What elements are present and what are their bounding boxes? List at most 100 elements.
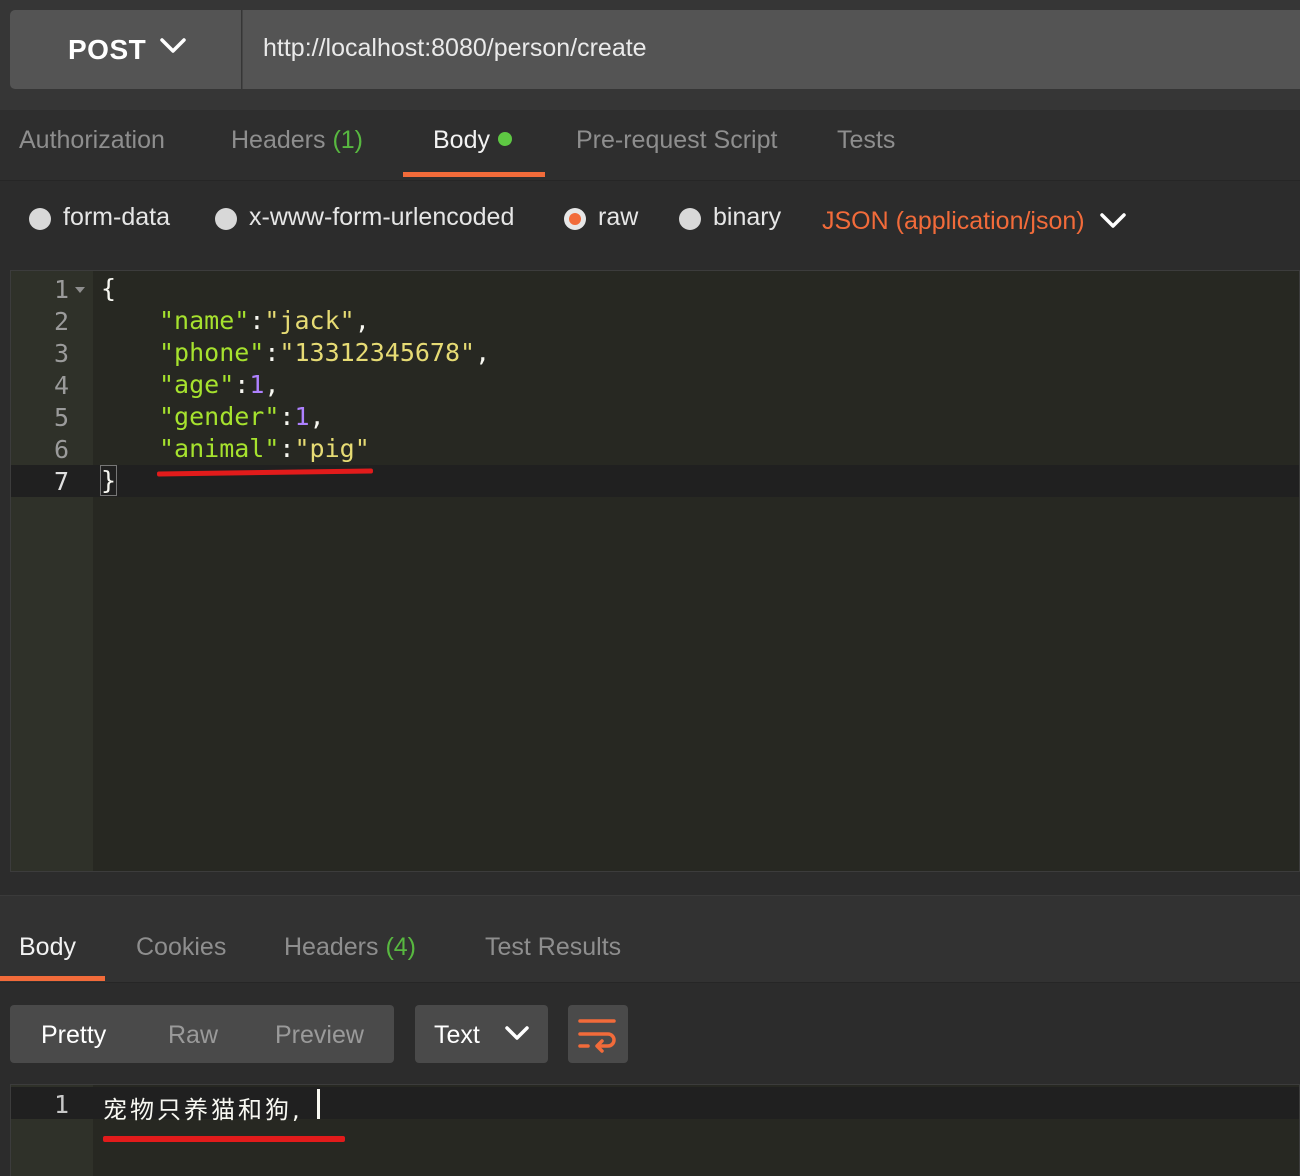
code-line: 4 "age":1, [11, 369, 1299, 401]
tab-headers-count: (1) [332, 126, 364, 154]
chevron-down-icon[interactable] [1100, 212, 1126, 230]
json-key: "phone" [159, 338, 265, 367]
radio-form-data-label: form-data [63, 203, 170, 231]
tab-tests-label: Tests [837, 126, 896, 154]
line-number: 3 [53, 339, 69, 368]
tab-pre-request-label: Pre-request Script [576, 126, 778, 154]
fold-arrow-icon[interactable] [75, 287, 85, 293]
tab-pre-request-script[interactable]: Pre-request Script [576, 126, 777, 155]
json-colon: : [264, 338, 280, 367]
chevron-down-icon [505, 1026, 529, 1040]
body-indicator-dot-icon [497, 132, 512, 147]
json-comma: , [475, 338, 491, 367]
json-value: "jack" [264, 306, 355, 335]
view-mode-segmented: Pretty Raw Preview [10, 1005, 394, 1063]
radio-binary-label: binary [713, 203, 782, 231]
line-number: 6 [53, 435, 69, 464]
json-colon: : [279, 434, 295, 463]
resp-tab-test-results-label: Test Results [485, 933, 622, 961]
json-comma: , [264, 370, 280, 399]
method-select[interactable]: POST [10, 10, 241, 89]
radio-unchecked-icon [29, 208, 51, 230]
wrap-lines-button[interactable] [568, 1005, 628, 1063]
mode-preview[interactable]: Preview [275, 1021, 364, 1050]
resp-tab-body[interactable]: Body [19, 933, 76, 962]
code-line: 5 "gender":1, [11, 401, 1299, 433]
mode-raw[interactable]: Raw [168, 1021, 218, 1050]
line-number: 4 [53, 371, 69, 400]
mode-pretty[interactable]: Pretty [41, 1021, 106, 1050]
resp-tab-cookies[interactable]: Cookies [136, 933, 226, 962]
response-text: 宠物只养猫和狗, [103, 1096, 303, 1124]
line-number: 1 [53, 275, 69, 304]
json-colon: : [279, 402, 295, 431]
radio-checked-icon [564, 208, 586, 230]
wrap-text-icon [578, 1019, 616, 1053]
active-tab-underline [403, 172, 545, 177]
json-field: "gender":1, [159, 402, 325, 431]
radio-unchecked-icon [679, 208, 701, 230]
request-bar: POST http://localhost:8080/person/create [0, 0, 1300, 110]
json-colon: : [234, 370, 250, 399]
response-body-viewer[interactable]: 1 宠物只养猫和狗, [10, 1084, 1300, 1176]
tab-headers-label: Headers [231, 126, 326, 154]
close-brace: } [99, 465, 118, 496]
line-number: 2 [53, 307, 69, 336]
json-comma: , [354, 306, 370, 335]
request-body-editor[interactable]: 1 { 2 "name":"jack", 3 "phone":"13312345… [10, 270, 1300, 872]
panel-divider [0, 873, 1300, 895]
resp-tab-headers[interactable]: Headers (4) [284, 933, 416, 962]
line-number: 7 [53, 467, 69, 496]
code-line: 2 "name":"jack", [11, 305, 1299, 337]
content-type-select[interactable]: JSON (application/json) [822, 207, 1085, 236]
chevron-down-icon [160, 38, 186, 53]
url-input[interactable]: http://localhost:8080/person/create [242, 10, 1300, 89]
tab-authorization-label: Authorization [19, 126, 165, 154]
resp-tab-test-results[interactable]: Test Results [485, 933, 621, 962]
json-value: "pig" [294, 434, 370, 463]
resp-tab-body-label: Body [19, 933, 76, 961]
code-line-current: 7 } [11, 465, 1299, 497]
json-field: "animal":"pig" [159, 434, 370, 463]
json-comma: , [309, 402, 325, 431]
code-line: 3 "phone":"13312345678", [11, 337, 1299, 369]
json-key: "name" [159, 306, 250, 335]
body-type-row: form-data x-www-form-urlencoded raw bina… [0, 181, 1300, 269]
tab-headers[interactable]: Headers (1) [231, 126, 363, 155]
tab-body-label: Body [433, 126, 490, 154]
code-line: 6 "animal":"pig" [11, 433, 1299, 465]
radio-urlencoded-label: x-www-form-urlencoded [249, 203, 515, 231]
request-tabs: Authorization Headers (1) Body Pre-reque… [0, 110, 1300, 181]
json-field: "name":"jack", [159, 306, 370, 335]
url-text: http://localhost:8080/person/create [263, 34, 647, 62]
format-select-label: Text [434, 1021, 480, 1049]
annotation-underline [103, 1136, 345, 1142]
line-number: 1 [53, 1090, 69, 1119]
open-brace: { [101, 274, 117, 303]
code-line: 1 { [11, 273, 1299, 305]
json-key: "gender" [159, 402, 280, 431]
method-label: POST [68, 34, 147, 65]
resp-tab-cookies-label: Cookies [136, 933, 227, 961]
radio-unchecked-icon [215, 208, 237, 230]
code-line-current: 1 宠物只养猫和狗, [11, 1087, 1299, 1124]
format-select[interactable]: Text [415, 1005, 548, 1063]
tab-tests[interactable]: Tests [837, 126, 895, 155]
text-cursor [317, 1089, 320, 1119]
response-toolbar: Pretty Raw Preview Text [0, 983, 1300, 1083]
json-colon: : [249, 306, 265, 335]
tab-authorization[interactable]: Authorization [19, 126, 165, 155]
json-field: "age":1, [159, 370, 279, 399]
tab-body[interactable]: Body [433, 126, 512, 155]
response-tabs: Body Cookies Headers (4) Test Results [0, 895, 1300, 983]
active-tab-underline [0, 976, 105, 981]
json-value: "13312345678" [279, 338, 476, 367]
json-field: "phone":"13312345678", [159, 338, 490, 367]
resp-tab-headers-count: (4) [385, 933, 417, 961]
json-key: "animal" [159, 434, 280, 463]
resp-tab-headers-label: Headers [284, 933, 379, 961]
radio-raw-label: raw [598, 203, 639, 231]
json-value: 1 [294, 402, 310, 431]
json-key: "age" [159, 370, 235, 399]
json-value: 1 [249, 370, 265, 399]
